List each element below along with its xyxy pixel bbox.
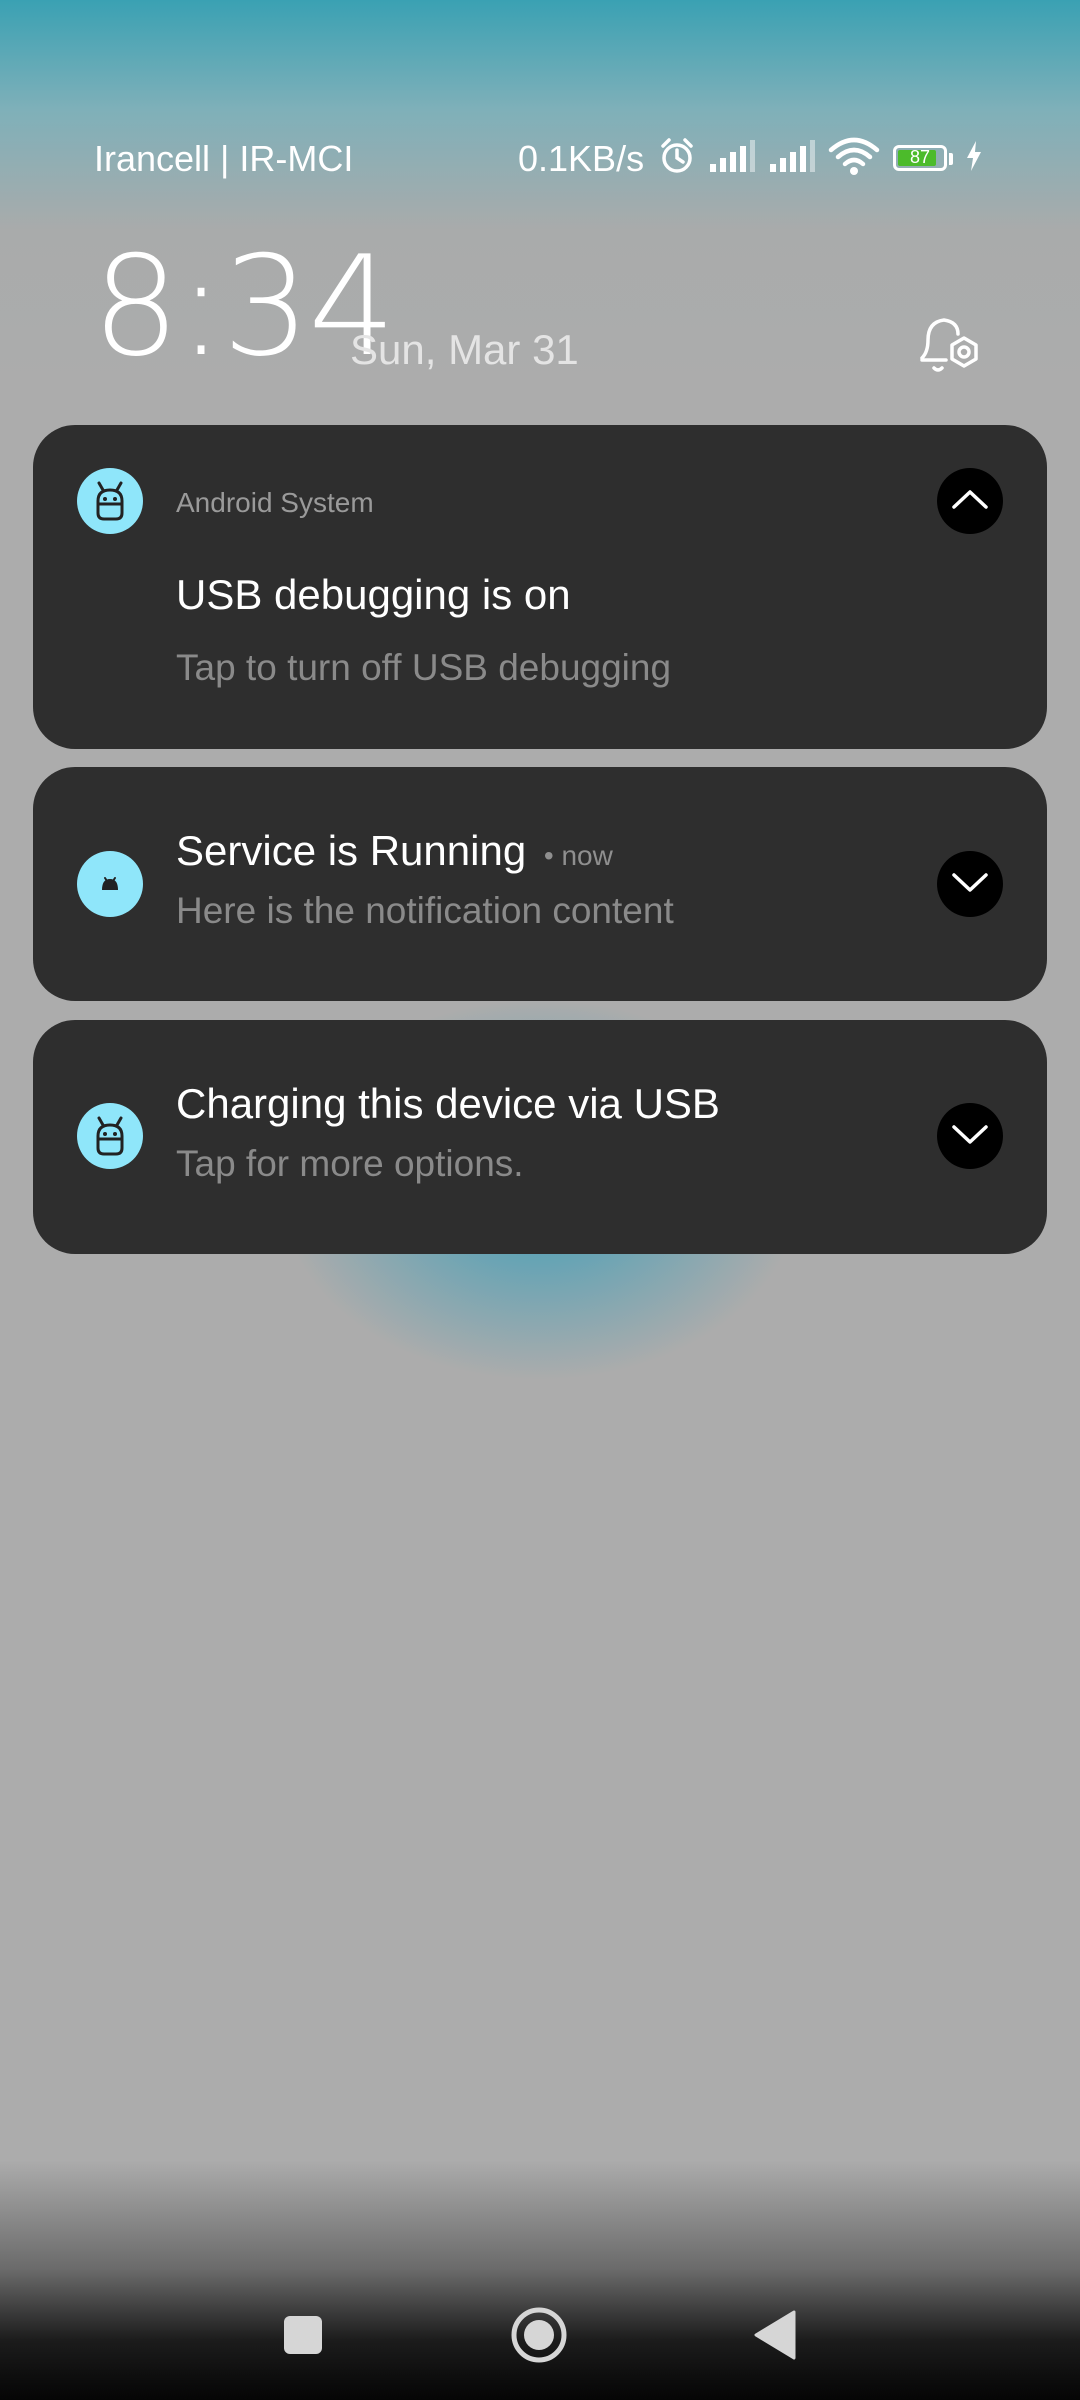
android-app-icon <box>77 851 143 917</box>
notification-title: USB debugging is on <box>176 571 571 618</box>
notification-time: • now <box>543 840 613 871</box>
lockscreen-date: Sun, Mar 31 <box>350 326 579 373</box>
notification-card-usb-debugging[interactable]: Android System USB debugging is on Tap t… <box>33 425 1047 749</box>
wifi-icon <box>828 136 880 181</box>
status-bar: Irancell | IR-MCI 0.1KB/s 87 <box>0 130 1080 190</box>
navigation-bar <box>0 2300 1080 2370</box>
notification-title: Service is Running • now <box>176 827 613 875</box>
signal-icon <box>768 136 816 181</box>
battery-nub <box>949 153 953 165</box>
recents-button[interactable] <box>282 2314 324 2361</box>
home-button[interactable] <box>510 2306 568 2369</box>
notification-text: Tap for more options. <box>176 1143 524 1184</box>
notification-app-name: Android System <box>176 487 374 518</box>
chevron-down-icon <box>950 1122 990 1151</box>
battery-icon: 87 <box>893 145 947 171</box>
notification-card-service-running[interactable]: Service is Running • now Here is the not… <box>33 767 1047 1001</box>
expand-button[interactable] <box>937 1103 1003 1169</box>
charging-bolt-icon <box>965 140 983 177</box>
collapse-button[interactable] <box>937 468 1003 534</box>
notification-text: Here is the notification content <box>176 890 674 931</box>
notification-card-usb-charging[interactable]: Charging this device via USB Tap for mor… <box>33 1020 1047 1254</box>
back-button[interactable] <box>752 2310 796 2365</box>
chevron-down-icon <box>950 870 990 899</box>
expand-button[interactable] <box>937 851 1003 917</box>
network-speed: 0.1KB/s <box>518 138 645 179</box>
android-system-icon <box>77 468 143 534</box>
notification-title: Charging this device via USB <box>176 1080 720 1127</box>
carrier-label: Irancell | IR-MCI <box>94 138 354 179</box>
lockscreen-clock: 8:34 <box>92 226 396 387</box>
notification-title-text: Service is Running <box>176 827 527 874</box>
battery-percentage: 87 <box>909 147 931 167</box>
signal-icon <box>708 136 756 181</box>
alarm-icon <box>658 136 696 181</box>
notification-time-value: now <box>561 840 613 871</box>
android-system-icon <box>77 1103 143 1169</box>
notification-text: Tap to turn off USB debugging <box>176 647 672 688</box>
chevron-up-icon <box>950 487 990 516</box>
notification-settings-icon[interactable] <box>912 308 988 389</box>
